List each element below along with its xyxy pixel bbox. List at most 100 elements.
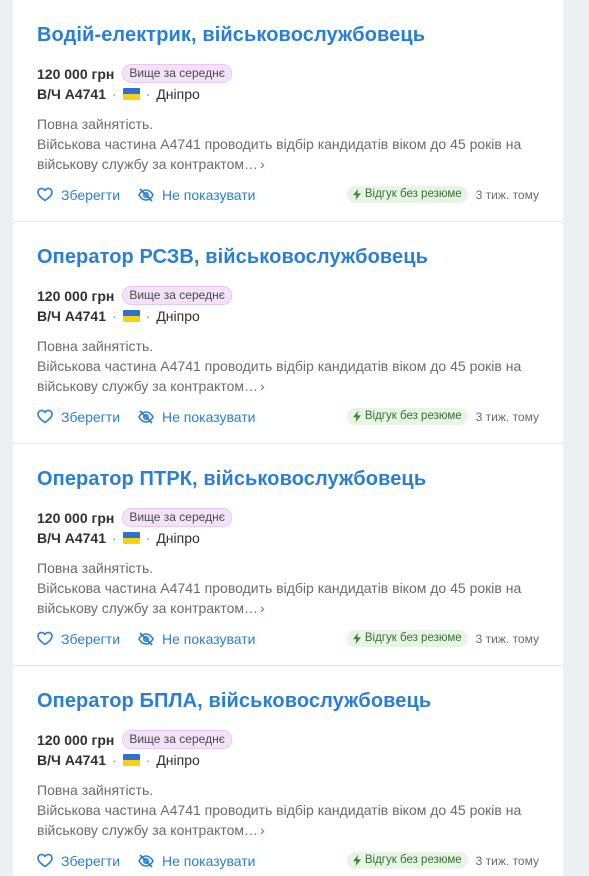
description-text: Військова частина А4741 проводить відбір… xyxy=(37,136,522,172)
company-name[interactable]: В/Ч А4741 xyxy=(37,752,106,768)
separator-dot: · xyxy=(111,308,117,324)
lightning-icon xyxy=(352,854,361,866)
eye-off-icon xyxy=(138,409,154,424)
salary-row: 120 000 грн Вище за середнє xyxy=(37,508,232,527)
hide-label: Не показувати xyxy=(162,630,256,647)
posted-time: 3 тиж. тому xyxy=(475,631,539,646)
heart-icon xyxy=(37,187,53,202)
heart-icon xyxy=(37,631,53,646)
posted-time: 3 тиж. тому xyxy=(475,409,539,424)
ukraine-flag-icon xyxy=(122,532,140,544)
chevron-right-icon[interactable]: › xyxy=(260,822,265,838)
salary-badge: Вище за середнє xyxy=(122,730,232,749)
hide-button[interactable]: Не показувати xyxy=(138,409,255,425)
lightning-icon xyxy=(352,632,361,644)
quick-apply-label: Відгук без резюме xyxy=(364,854,462,866)
separator-dot: · xyxy=(145,86,151,102)
hide-label: Не показувати xyxy=(162,852,256,869)
separator-dot: · xyxy=(111,530,117,546)
chevron-right-icon[interactable]: › xyxy=(260,600,265,616)
save-label: Зберегти xyxy=(61,408,121,425)
salary-row: 120 000 грн Вище за середнє xyxy=(37,730,232,749)
company-name[interactable]: В/Ч А4741 xyxy=(37,86,106,102)
hide-button[interactable]: Не показувати xyxy=(138,631,255,647)
vacancy-card[interactable]: Оператор ПТРК, військовослужбовець 120 0… xyxy=(13,444,563,666)
separator-dot: · xyxy=(145,752,151,768)
chevron-right-icon[interactable]: › xyxy=(260,378,265,394)
vacancy-card[interactable]: Оператор БПЛА, військовослужбовець 120 0… xyxy=(13,666,563,876)
separator-dot: · xyxy=(111,752,117,768)
salary: 120 000 грн xyxy=(37,287,115,304)
hide-button[interactable]: Не показувати xyxy=(138,187,255,203)
vacancy-card[interactable]: Оператор РСЗВ, військовослужбовець 120 0… xyxy=(13,222,563,444)
save-label: Зберегти xyxy=(61,186,121,203)
posted-time: 3 тиж. тому xyxy=(475,853,539,868)
separator-dot: · xyxy=(111,86,117,102)
vacancy-description: Повна зайнятість. Військова частина А474… xyxy=(37,558,527,618)
company-row: В/Ч А4741 · · Дніпро xyxy=(37,530,200,546)
save-label: Зберегти xyxy=(61,630,121,647)
city: Дніпро xyxy=(156,308,200,324)
company-row: В/Ч А4741 · · Дніпро xyxy=(37,86,200,102)
scrollbar-track[interactable] xyxy=(565,0,589,876)
salary-badge: Вище за середнє xyxy=(122,64,232,83)
salary: 120 000 грн xyxy=(37,731,115,748)
eye-off-icon xyxy=(138,631,154,646)
vacancy-title[interactable]: Оператор ПТРК, військовослужбовець xyxy=(37,468,426,491)
quick-apply-badge: Відгук без резюме xyxy=(346,408,468,425)
separator-dot: · xyxy=(145,308,151,324)
employment-type: Повна зайнятість. xyxy=(37,782,154,798)
salary-row: 120 000 грн Вище за середнє xyxy=(37,64,232,83)
hide-button[interactable]: Не показувати xyxy=(138,853,255,869)
vacancy-title[interactable]: Оператор БПЛА, військовослужбовець xyxy=(37,690,431,713)
chevron-right-icon[interactable]: › xyxy=(260,156,265,172)
salary-badge: Вище за середнє xyxy=(122,508,232,527)
separator-dot: · xyxy=(145,530,151,546)
quick-apply-label: Відгук без резюме xyxy=(364,632,462,644)
save-button[interactable]: Зберегти xyxy=(37,187,120,203)
card-actions: Зберегти Не показувати Відгук без резюме… xyxy=(37,852,539,869)
card-actions: Зберегти Не показувати Відгук без резюме… xyxy=(37,408,539,425)
eye-off-icon xyxy=(138,853,154,868)
salary: 120 000 грн xyxy=(37,509,115,526)
description-text: Військова частина А4741 проводить відбір… xyxy=(37,802,522,838)
city: Дніпро xyxy=(156,530,200,546)
vacancy-description: Повна зайнятість. Військова частина А474… xyxy=(37,336,527,396)
salary: 120 000 грн xyxy=(37,65,115,82)
city: Дніпро xyxy=(156,752,200,768)
ukraine-flag-icon xyxy=(122,88,140,100)
save-button[interactable]: Зберегти xyxy=(37,853,120,869)
hide-label: Не показувати xyxy=(162,408,256,425)
employment-type: Повна зайнятість. xyxy=(37,338,154,354)
vacancy-description: Повна зайнятість. Військова частина А474… xyxy=(37,780,527,840)
salary-badge: Вище за середнє xyxy=(122,286,232,305)
employment-type: Повна зайнятість. xyxy=(37,560,154,576)
hide-label: Не показувати xyxy=(162,186,256,203)
lightning-icon xyxy=(352,410,361,422)
vacancy-card[interactable]: Водій-електрик, військовослужбовець 120 … xyxy=(13,0,563,222)
save-button[interactable]: Зберегти xyxy=(37,631,120,647)
city: Дніпро xyxy=(156,86,200,102)
card-actions: Зберегти Не показувати Відгук без резюме… xyxy=(37,186,539,203)
vacancy-description: Повна зайнятість. Військова частина А474… xyxy=(37,114,527,174)
description-text: Військова частина А4741 проводить відбір… xyxy=(37,580,522,616)
quick-apply-label: Відгук без резюме xyxy=(364,410,462,422)
company-name[interactable]: В/Ч А4741 xyxy=(37,308,106,324)
eye-off-icon xyxy=(138,187,154,202)
ukraine-flag-icon xyxy=(122,310,140,322)
save-button[interactable]: Зберегти xyxy=(37,409,120,425)
company-row: В/Ч А4741 · · Дніпро xyxy=(37,308,200,324)
vacancy-list: Водій-електрик, військовослужбовець 120 … xyxy=(13,0,563,876)
heart-icon xyxy=(37,409,53,424)
quick-apply-label: Відгук без резюме xyxy=(364,188,462,200)
lightning-icon xyxy=(352,188,361,200)
ukraine-flag-icon xyxy=(122,754,140,766)
heart-icon xyxy=(37,853,53,868)
description-text: Військова частина А4741 проводить відбір… xyxy=(37,358,522,394)
company-row: В/Ч А4741 · · Дніпро xyxy=(37,752,200,768)
save-label: Зберегти xyxy=(61,852,121,869)
company-name[interactable]: В/Ч А4741 xyxy=(37,530,106,546)
vacancy-title[interactable]: Водій-електрик, військовослужбовець xyxy=(37,24,425,47)
vacancy-title[interactable]: Оператор РСЗВ, військовослужбовець xyxy=(37,246,428,269)
quick-apply-badge: Відгук без резюме xyxy=(346,852,468,869)
